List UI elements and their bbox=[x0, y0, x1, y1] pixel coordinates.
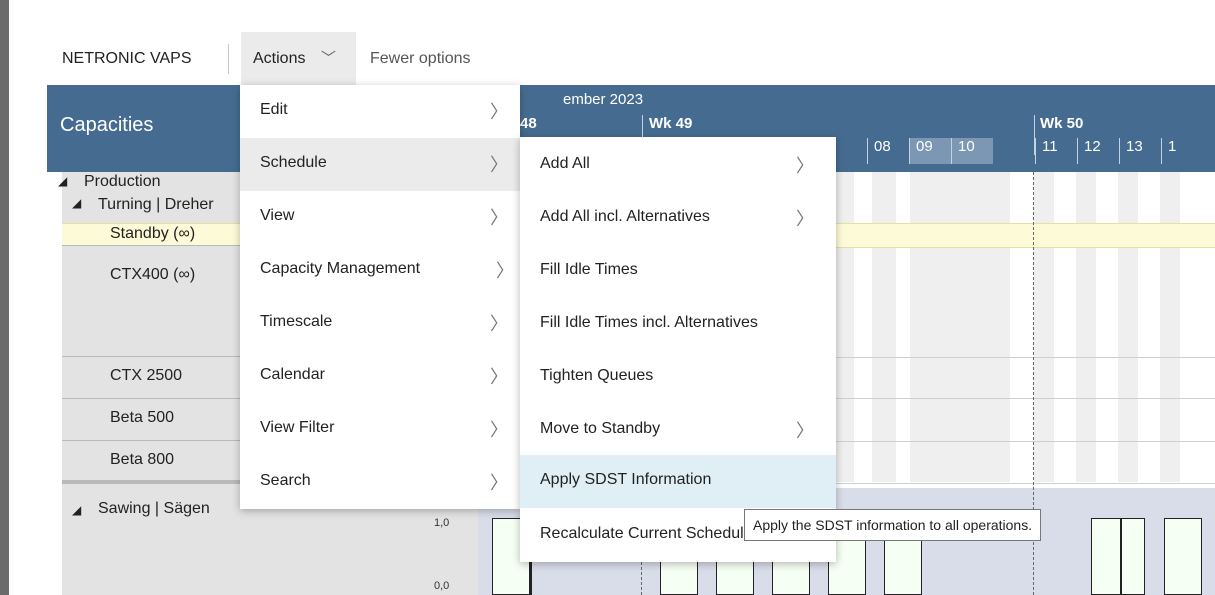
week-label: Wk 49 bbox=[649, 115, 693, 132]
menu-item-edit[interactable]: Edit 〉 bbox=[240, 85, 520, 138]
day-cell: 08 bbox=[867, 138, 909, 164]
load-bar[interactable] bbox=[1121, 518, 1145, 595]
nonwork-shade bbox=[910, 172, 1010, 482]
resource-label: CTX 2500 bbox=[110, 367, 183, 384]
menu-item-fill-idle-times[interactable]: Fill Idle Times bbox=[520, 245, 836, 298]
nonwork-shade bbox=[1160, 172, 1180, 482]
chevron-right-icon: 〉 bbox=[796, 156, 814, 176]
menu-item-label: Capacity Management bbox=[260, 260, 421, 277]
menu-item-view[interactable]: View 〉 bbox=[240, 191, 520, 244]
fewer-options-button[interactable]: Fewer options bbox=[370, 50, 471, 68]
menu-item-label: Fill Idle Times bbox=[540, 261, 638, 278]
chevron-right-icon: 〉 bbox=[490, 473, 508, 493]
menu-item-tighten-queues[interactable]: Tighten Queues bbox=[520, 351, 836, 404]
tooltip: Apply the SDST information to all operat… bbox=[744, 509, 1042, 541]
resource-label: Beta 500 bbox=[110, 409, 175, 426]
menu-item-add-all-incl-alternatives[interactable]: Add All incl. Alternatives 〉 bbox=[520, 192, 836, 245]
menu-item-label: Edit bbox=[260, 101, 288, 118]
load-bar[interactable] bbox=[1091, 518, 1121, 595]
menu-item-label: View Filter bbox=[260, 419, 335, 436]
menu-item-capacity-management[interactable]: Capacity Management 〉 bbox=[240, 244, 520, 297]
triangle-down-icon[interactable]: ◢ bbox=[58, 174, 67, 188]
axis-label-bottom: 0,0 bbox=[434, 580, 450, 592]
menu-item-timescale[interactable]: Timescale 〉 bbox=[240, 297, 520, 350]
actions-button[interactable]: Actions ﹀ bbox=[241, 32, 356, 87]
week-label: Wk 50 bbox=[1040, 115, 1084, 132]
chevron-right-icon: 〉 bbox=[490, 102, 508, 122]
resource-label: CTX400 (∞) bbox=[110, 266, 196, 283]
toolbar-separator bbox=[228, 44, 229, 74]
day-cell-weekend: 09 bbox=[909, 138, 951, 164]
triangle-down-icon[interactable]: ◢ bbox=[72, 503, 81, 517]
group-label: Turning | Dreher bbox=[98, 196, 214, 213]
day-cell: 13 bbox=[1119, 138, 1161, 164]
nonwork-shade bbox=[872, 172, 896, 482]
menu-item-label: Add All bbox=[540, 155, 590, 172]
menu-item-add-all[interactable]: Add All 〉 bbox=[520, 139, 836, 192]
capacities-title: Capacities bbox=[60, 114, 154, 136]
chevron-down-icon: ﹀ bbox=[321, 50, 337, 67]
menu-item-label: Calendar bbox=[260, 366, 325, 383]
month-label: ember 2023 bbox=[563, 91, 644, 108]
menu-item-label: Apply SDST Information bbox=[540, 471, 712, 488]
day-cell: 1 bbox=[1161, 138, 1215, 164]
menu-item-label: Recalculate Current Schedule bbox=[540, 525, 753, 542]
triangle-down-icon[interactable]: ◢ bbox=[72, 196, 81, 210]
menu-item-label: Timescale bbox=[260, 313, 333, 330]
actions-menu: Edit 〉 Schedule 〉 View 〉 Capacity Manage… bbox=[240, 85, 520, 509]
menu-item-label: Search bbox=[260, 472, 311, 489]
axis-label-top: 1,0 bbox=[434, 517, 450, 529]
menu-item-search[interactable]: Search 〉 bbox=[240, 456, 520, 509]
menu-item-label: Move to Standby bbox=[540, 420, 661, 437]
chevron-right-icon: 〉 bbox=[490, 155, 508, 175]
app-title: NETRONIC VAPS bbox=[62, 50, 192, 67]
menu-item-label: Fill Idle Times incl. Alternatives bbox=[540, 314, 758, 331]
day-cell: 11 bbox=[1035, 138, 1077, 164]
day-cell bbox=[993, 138, 1035, 164]
resource-label: Beta 800 bbox=[110, 451, 175, 468]
menu-item-label: Add All incl. Alternatives bbox=[540, 208, 710, 225]
load-bar[interactable] bbox=[1164, 518, 1202, 595]
chevron-right-icon: 〉 bbox=[490, 314, 508, 334]
chevron-right-icon: 〉 bbox=[490, 420, 508, 440]
nonwork-shade bbox=[1076, 172, 1096, 482]
day-cell: 12 bbox=[1077, 138, 1119, 164]
chevron-right-icon: 〉 bbox=[796, 209, 814, 229]
window-left-edge bbox=[0, 0, 9, 595]
nonwork-shade bbox=[1034, 172, 1054, 482]
menu-item-schedule[interactable]: Schedule 〉 bbox=[240, 138, 520, 191]
menu-item-label: Schedule bbox=[260, 154, 327, 171]
menu-item-calendar[interactable]: Calendar 〉 bbox=[240, 350, 520, 403]
menu-item-view-filter[interactable]: View Filter 〉 bbox=[240, 403, 520, 456]
menu-item-label: Tighten Queues bbox=[540, 367, 654, 384]
nonwork-shade bbox=[1118, 172, 1138, 482]
menu-item-label: View bbox=[260, 207, 295, 224]
chevron-right-icon: 〉 bbox=[496, 261, 514, 281]
group-label: Sawing | Sägen bbox=[98, 500, 210, 517]
chevron-right-icon: 〉 bbox=[490, 367, 508, 387]
actions-label: Actions bbox=[253, 50, 306, 67]
week-label: 48 bbox=[520, 115, 537, 132]
schedule-submenu: Add All 〉 Add All incl. Alternatives 〉 F… bbox=[520, 137, 836, 562]
chevron-right-icon: 〉 bbox=[490, 208, 508, 228]
toolbar: NETRONIC VAPS Actions ﹀ Fewer options bbox=[52, 32, 1215, 87]
chevron-right-icon: 〉 bbox=[796, 421, 814, 441]
menu-item-fill-idle-times-incl-alternatives[interactable]: Fill Idle Times incl. Alternatives bbox=[520, 298, 836, 351]
group-label: Production bbox=[84, 173, 161, 190]
menu-item-move-to-standby[interactable]: Move to Standby 〉 bbox=[520, 404, 836, 457]
menu-item-apply-sdst-information[interactable]: Apply SDST Information bbox=[520, 455, 836, 508]
day-cell-weekend: 10 bbox=[951, 138, 993, 164]
resource-label: Standby (∞) bbox=[110, 225, 196, 242]
